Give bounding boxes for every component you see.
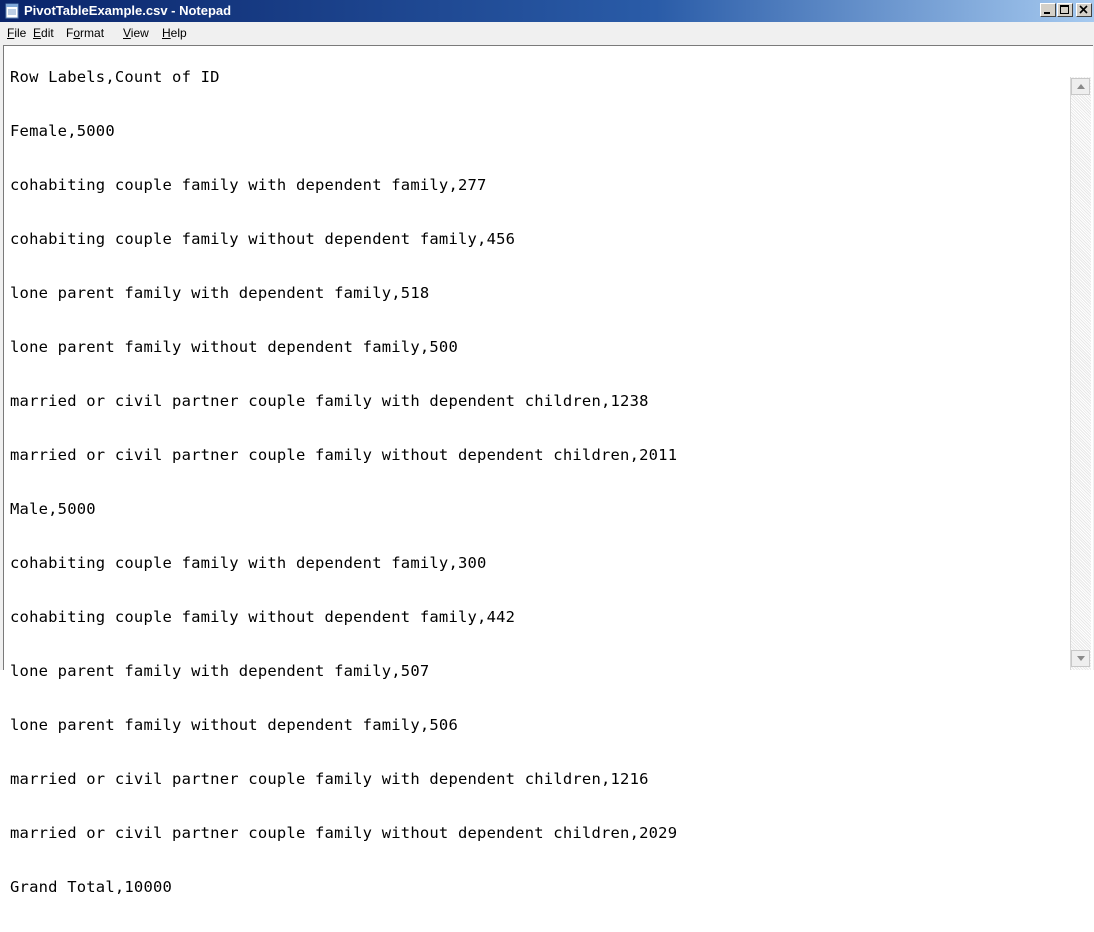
text-line: cohabiting couple family with dependent … (10, 554, 487, 572)
scroll-down-button[interactable] (1071, 650, 1090, 667)
text-line: lone parent family with dependent family… (10, 662, 430, 680)
minimize-icon (1044, 12, 1050, 14)
notepad-icon[interactable] (4, 3, 20, 19)
maximize-icon (1060, 5, 1069, 14)
maximize-button[interactable] (1057, 3, 1073, 17)
notepad-window: PivotTableExample.csv - Notepad File Edi… (0, 0, 1094, 896)
close-icon (1079, 5, 1088, 14)
vertical-scrollbar[interactable] (1070, 77, 1091, 670)
text-line: Male,5000 (10, 500, 96, 518)
text-line: cohabiting couple family without depende… (10, 230, 516, 248)
text-line: Grand Total,10000 (10, 878, 173, 896)
arrow-down-icon (1077, 656, 1085, 661)
title-bar[interactable]: PivotTableExample.csv - Notepad (0, 0, 1094, 22)
text-line: lone parent family without dependent fam… (10, 716, 458, 734)
document-text[interactable]: Row Labels,Count of ID Female,5000 cohab… (10, 32, 1064, 932)
text-line: Row Labels,Count of ID (10, 68, 220, 86)
text-line: cohabiting couple family without depende… (10, 608, 516, 626)
text-line: cohabiting couple family with dependent … (10, 176, 487, 194)
text-line: Female,5000 (10, 122, 115, 140)
text-line: married or civil partner couple family w… (10, 392, 649, 410)
text-line: married or civil partner couple family w… (10, 770, 649, 788)
text-line: married or civil partner couple family w… (10, 824, 678, 842)
window-title: PivotTableExample.csv - Notepad (24, 3, 232, 18)
text-line: lone parent family without dependent fam… (10, 338, 458, 356)
text-line: married or civil partner couple family w… (10, 446, 678, 464)
scroll-up-button[interactable] (1071, 78, 1090, 95)
minimize-button[interactable] (1040, 3, 1056, 17)
arrow-up-icon (1077, 84, 1085, 89)
text-line: lone parent family with dependent family… (10, 284, 430, 302)
close-button[interactable] (1076, 3, 1092, 17)
